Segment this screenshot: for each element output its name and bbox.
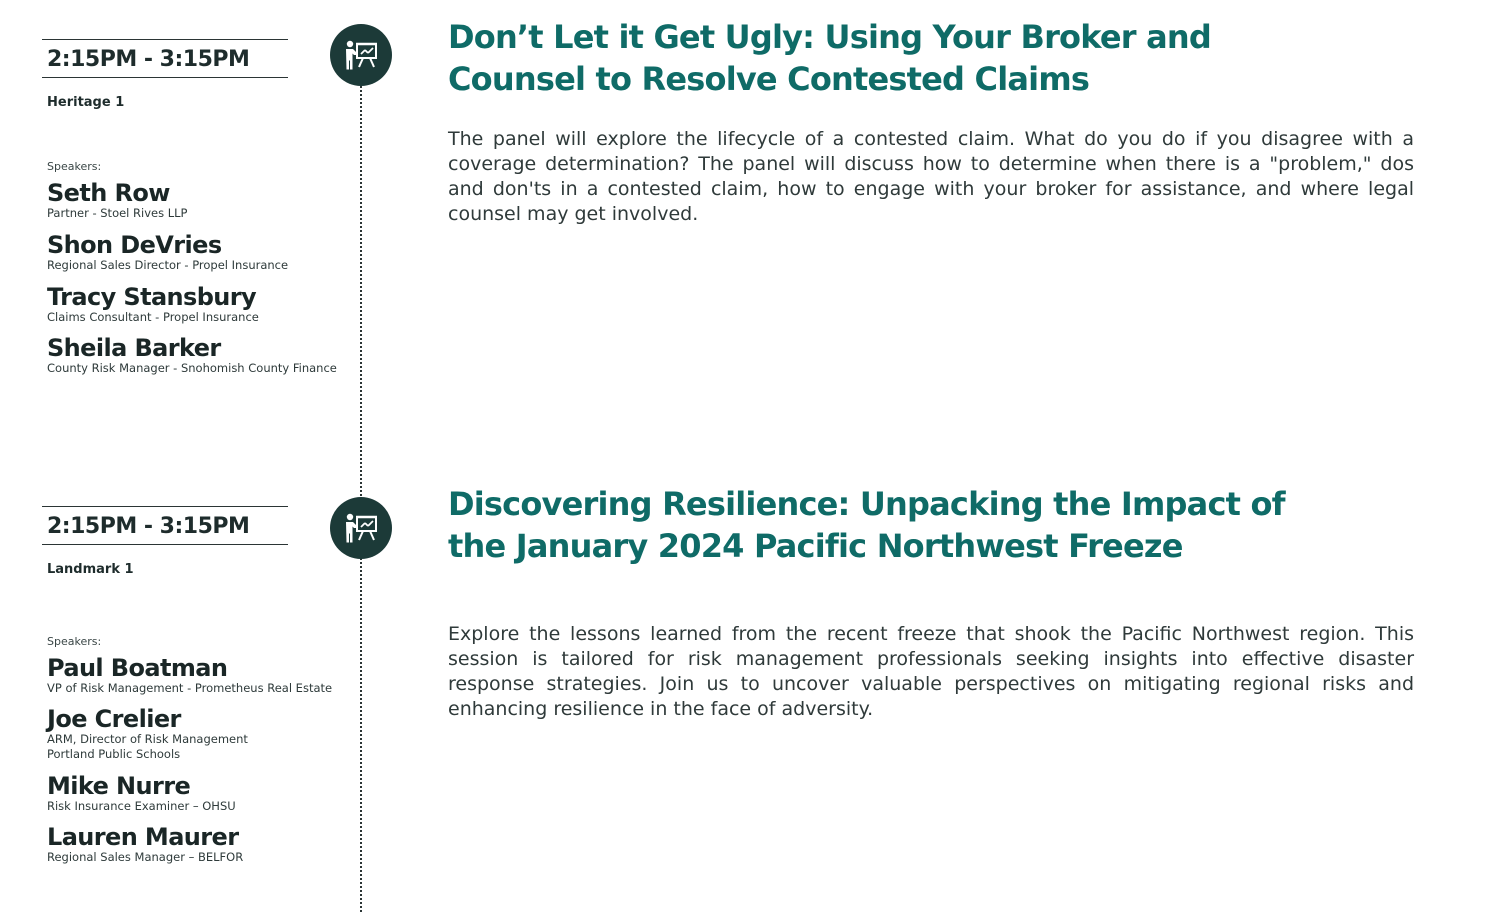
- speaker-role: Partner - Stoel Rives LLP: [47, 206, 188, 220]
- session-title: Don’t Let it Get Ugly: Using Your Broker…: [448, 18, 1212, 98]
- presenter-icon: [330, 24, 392, 86]
- speakers-label: Speakers:: [47, 635, 102, 648]
- speaker-name: Paul Boatman: [47, 654, 228, 682]
- speaker-item: Paul Boatman VP of Risk Management - Pro…: [47, 655, 367, 696]
- session-description: The panel will explore the lifecycle of …: [448, 128, 1414, 225]
- session-room: Heritage 1: [47, 95, 125, 110]
- session-description: Explore the lessons learned from the rec…: [448, 623, 1414, 720]
- session-time-block: 2:15PM - 3:15PM: [42, 39, 288, 78]
- speaker-name: Lauren Maurer: [47, 823, 239, 851]
- speaker-name: Seth Row: [47, 179, 170, 207]
- speaker-role: Regional Sales Director - Propel Insuran…: [47, 258, 289, 272]
- session-title: Discovering Resilience: Unpacking the Im…: [448, 485, 1286, 565]
- session-time: 2:15PM - 3:15PM: [47, 47, 250, 72]
- session-room: Landmark 1: [47, 562, 134, 577]
- speakers-label: Speakers:: [47, 160, 102, 173]
- speaker-name: Joe Crelier: [47, 705, 181, 733]
- presenter-icon: [330, 497, 392, 559]
- speaker-role: VP of Risk Management - Prometheus Real …: [47, 681, 333, 695]
- speaker-item: Seth Row Partner - Stoel Rives LLP: [47, 180, 367, 221]
- speaker-item: Shon DeVries Regional Sales Director - P…: [47, 232, 367, 273]
- speaker-role: Claims Consultant - Propel Insurance: [47, 310, 259, 324]
- speaker-name: Shon DeVries: [47, 231, 222, 259]
- speaker-item: Joe Crelier ARM, Director of Risk Manage…: [47, 706, 367, 762]
- speaker-item: Tracy Stansbury Claims Consultant - Prop…: [47, 284, 367, 325]
- speaker-name: Mike Nurre: [47, 772, 191, 800]
- speaker-role: County Risk Manager - Snohomish County F…: [47, 361, 337, 375]
- session-time-block: 2:15PM - 3:15PM: [42, 506, 288, 545]
- speaker-item: Sheila Barker County Risk Manager - Snoh…: [47, 335, 367, 376]
- speaker-role: Risk Insurance Examiner – OHSU: [47, 799, 236, 813]
- speaker-item: Lauren Maurer Regional Sales Manager – B…: [47, 824, 367, 865]
- speaker-name: Tracy Stansbury: [47, 283, 257, 311]
- speaker-item: Mike Nurre Risk Insurance Examiner – OHS…: [47, 773, 367, 814]
- speaker-role: ARM, Director of Risk Management Portlan…: [47, 732, 248, 761]
- session-time: 2:15PM - 3:15PM: [47, 514, 250, 539]
- speaker-name: Sheila Barker: [47, 334, 221, 362]
- speaker-role: Regional Sales Manager – BELFOR: [47, 850, 244, 864]
